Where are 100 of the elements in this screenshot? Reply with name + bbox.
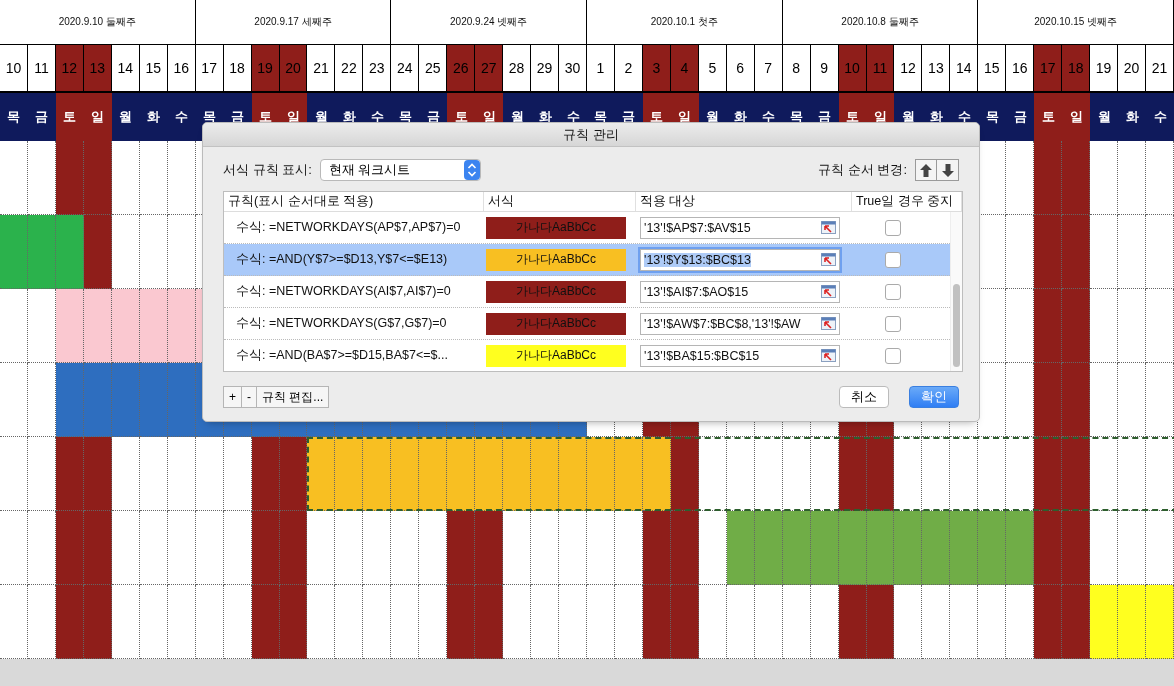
day-number: 29 xyxy=(531,45,560,93)
move-down-button[interactable] xyxy=(937,160,958,180)
weekday-label: 금 xyxy=(1006,93,1035,141)
day-number: 17 xyxy=(195,45,224,93)
column-header: 규칙(표시 순서대로 적용) xyxy=(224,192,484,211)
day-number: 13 xyxy=(922,45,951,93)
day-number: 6 xyxy=(726,45,755,93)
day-number: 12 xyxy=(55,45,84,93)
day-number: 4 xyxy=(670,45,699,93)
day-number: 17 xyxy=(1034,45,1063,93)
day-number: 26 xyxy=(447,45,476,93)
column-header: 적용 대상 xyxy=(636,192,852,211)
day-number: 14 xyxy=(950,45,979,93)
toolbar-button[interactable]: + xyxy=(223,386,241,408)
day-number: 13 xyxy=(83,45,112,93)
day-number: 15 xyxy=(978,45,1007,93)
column-header: True일 경우 중지 xyxy=(852,192,962,211)
up-arrow-icon xyxy=(920,163,932,177)
checkbox[interactable] xyxy=(885,283,901,300)
weekday-label: 목 xyxy=(978,93,1007,141)
day-number: 30 xyxy=(559,45,587,93)
weekday-label: 월 xyxy=(1090,93,1119,141)
day-number: 20 xyxy=(279,45,308,93)
range-picker-icon xyxy=(821,285,836,298)
day-number: 10 xyxy=(0,45,28,93)
weekday-label: 금 xyxy=(27,93,56,141)
checkbox[interactable] xyxy=(885,347,901,364)
day-number: 16 xyxy=(1006,45,1035,93)
range-field[interactable]: '13'!$AP$7:$AV$15 xyxy=(640,216,840,239)
day-number: 12 xyxy=(894,45,923,93)
weekday-label: 일 xyxy=(1062,93,1091,141)
rule-row[interactable]: 수식: =NETWORKDAYS(AI$7,AI$7)=0 가나다AaBbCc '13'!$AI$7:$AO$15 xyxy=(224,276,950,308)
day-number: 9 xyxy=(810,45,839,93)
rule-formula: 수식: =AND(Y$7>=$D13,Y$7<=$E13) xyxy=(235,251,449,268)
format-preview: 가나다AaBbCc xyxy=(486,280,626,303)
toolbar-button[interactable]: 규칙 편집... xyxy=(256,386,330,408)
day-number: 18 xyxy=(1062,45,1091,93)
day-number: 16 xyxy=(167,45,196,93)
day-number: 11 xyxy=(866,45,895,93)
rule-row[interactable]: 수식: =NETWORKDAYS(G$7,G$7)=0 가나다AaBbCc '13'!$AW$7:$BC$8,'13'!$AW xyxy=(224,308,950,340)
field-label: 규칙 순서 변경: xyxy=(818,161,907,179)
checkbox[interactable] xyxy=(885,251,901,268)
down-arrow-icon xyxy=(941,163,954,177)
weekday-label: 수 xyxy=(167,93,196,141)
day-number: 3 xyxy=(642,45,671,93)
chevron-icon xyxy=(463,160,480,180)
day-number: 23 xyxy=(363,45,392,93)
weekday-label: 화 xyxy=(139,93,168,141)
weekday-label: 수 xyxy=(1146,93,1174,141)
scope-dropdown[interactable]: 현재 워크시트 xyxy=(319,159,481,181)
day-number: 11 xyxy=(27,45,56,93)
rule-formula: 수식: =NETWORKDAYS(AI$7,AI$7)=0 xyxy=(235,283,452,300)
range-picker-icon xyxy=(821,221,836,234)
range-field[interactable]: '13'!$Y$13:$BC$13 xyxy=(640,248,840,271)
field-label: 서식 규칙 표시: xyxy=(223,161,312,179)
range-picker-icon xyxy=(821,349,836,362)
rule-row[interactable]: 수식: =AND(BA$7>=$D15,BA$7<=$... 가나다AaBbCc '13'!$BA$15:$BC$15 xyxy=(224,340,950,371)
weekday-label: 월 xyxy=(111,93,140,141)
day-number: 5 xyxy=(698,45,727,93)
toolbar-button[interactable]: - xyxy=(241,386,256,408)
day-number: 10 xyxy=(838,45,867,93)
format-preview: 가나다AaBbCc xyxy=(486,248,626,271)
scrollbar-thumb[interactable] xyxy=(953,284,960,367)
scrollbar[interactable] xyxy=(950,212,962,371)
weekday-label: 화 xyxy=(1118,93,1147,141)
weekday-label: 목 xyxy=(0,93,28,141)
range-field[interactable]: '13'!$BA$15:$BC$15 xyxy=(640,344,840,367)
day-number: 15 xyxy=(139,45,168,93)
range-picker-icon xyxy=(821,317,836,330)
day-number: 18 xyxy=(223,45,252,93)
column-header: 서식 xyxy=(484,192,636,211)
day-number: 7 xyxy=(754,45,783,93)
day-number: 28 xyxy=(503,45,532,93)
day-number: 21 xyxy=(1146,45,1174,93)
day-number: 2 xyxy=(614,45,643,93)
day-number: 19 xyxy=(251,45,280,93)
rule-formula: 수식: =NETWORKDAYS(AP$7,AP$7)=0 xyxy=(235,219,462,236)
move-up-button[interactable] xyxy=(916,160,937,180)
day-number: 25 xyxy=(419,45,448,93)
format-preview: 가나다AaBbCc xyxy=(486,216,626,239)
day-number: 20 xyxy=(1118,45,1147,93)
day-number: 22 xyxy=(335,45,364,93)
rule-row[interactable]: 수식: =AND(Y$7>=$D13,Y$7<=$E13) 가나다AaBbCc '13'!$Y$13:$BC$13 xyxy=(224,244,950,276)
weekday-label: 토 xyxy=(1034,93,1063,141)
weekday-label: 일 xyxy=(83,93,112,141)
range-field[interactable]: '13'!$AW$7:$BC$8,'13'!$AW xyxy=(640,312,840,335)
weekday-label: 토 xyxy=(55,93,84,141)
range-picker-icon xyxy=(821,253,836,266)
range-field[interactable]: '13'!$AI$7:$AO$15 xyxy=(640,280,840,303)
day-number: 24 xyxy=(391,45,420,93)
rule-formula: 수식: =NETWORKDAYS(G$7,G$7)=0 xyxy=(235,315,448,332)
day-number: 1 xyxy=(587,45,615,93)
day-number: 27 xyxy=(475,45,504,93)
checkbox[interactable] xyxy=(885,219,901,236)
day-number: 8 xyxy=(782,45,811,93)
cancel-button[interactable]: 취소 xyxy=(839,386,889,408)
format-preview: 가나다AaBbCc xyxy=(486,344,626,367)
day-number: 19 xyxy=(1090,45,1119,93)
checkbox[interactable] xyxy=(885,315,901,332)
rule-row[interactable]: 수식: =NETWORKDAYS(AP$7,AP$7)=0 가나다AaBbCc '13'!$AP$7:$AV$15 xyxy=(224,212,950,244)
